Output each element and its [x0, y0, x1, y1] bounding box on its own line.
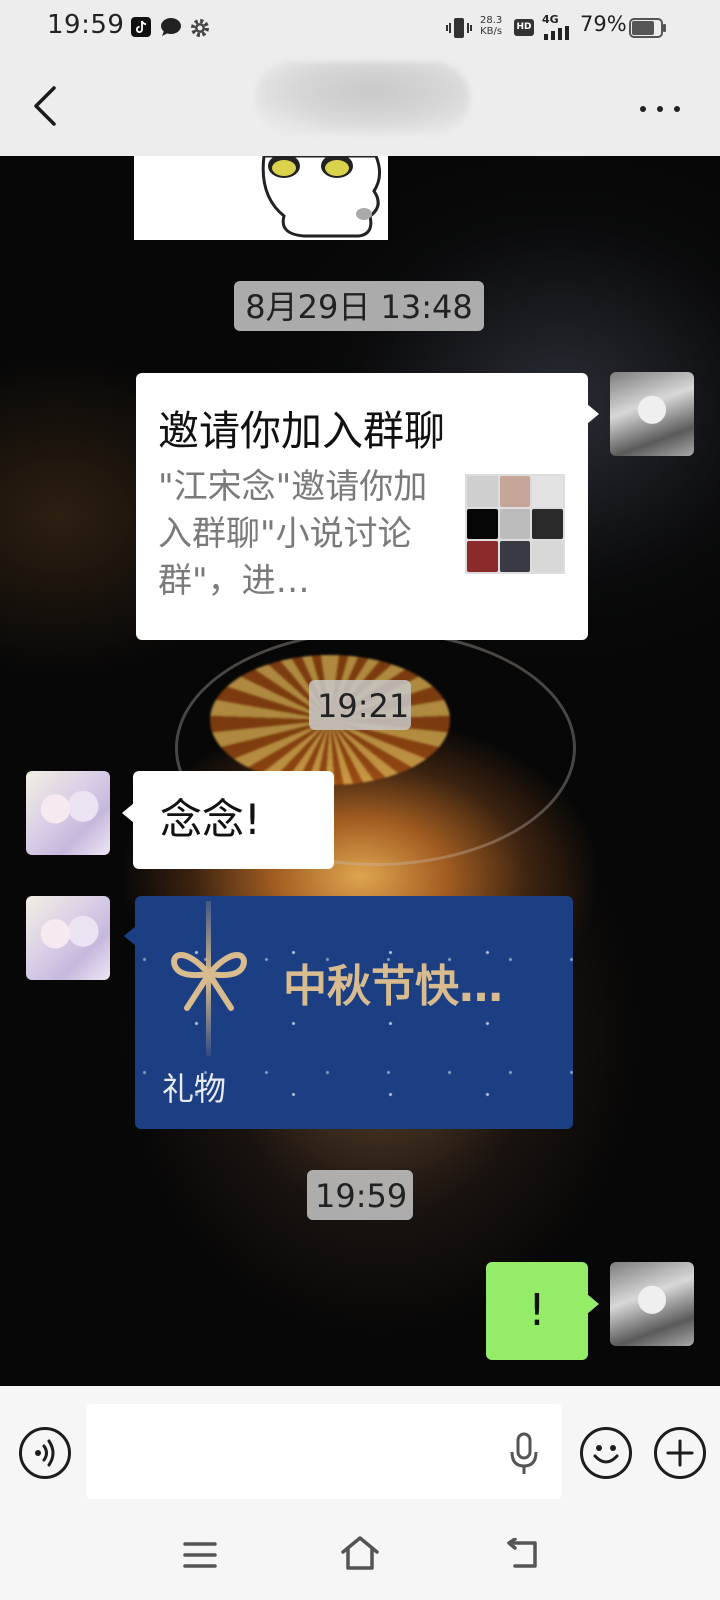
member-thumb: [532, 541, 563, 572]
timestamp: 8月29日 13:48: [234, 281, 484, 331]
friend-avatar[interactable]: [26, 896, 110, 980]
status-bar: 19:59 28.3 KB/s HD 4G 79%: [0, 0, 720, 56]
member-thumb: [467, 476, 498, 507]
gift-title: 中秋节快…: [283, 961, 503, 1012]
vibrate-icon: [446, 18, 472, 38]
chevron-left-icon: [34, 86, 56, 126]
chat-title: [255, 62, 470, 134]
status-time: 19:59: [47, 10, 125, 40]
emoji-button[interactable]: [580, 1427, 632, 1479]
smiley-icon: [593, 1445, 619, 1464]
back-nav-icon[interactable]: [503, 1538, 539, 1570]
group-avatar-grid: [465, 474, 565, 574]
message-icon: [161, 18, 181, 36]
back-button[interactable]: [30, 84, 60, 128]
member-thumb: [499, 541, 531, 572]
more-horizontal-icon: [640, 106, 646, 112]
bubble-tail: [587, 404, 599, 424]
invite-title: 邀请你加入群聊: [158, 407, 445, 455]
my-message-bubble[interactable]: !: [486, 1262, 588, 1360]
my-avatar[interactable]: [610, 372, 694, 456]
battery-icon: [629, 18, 666, 38]
member-thumb: [467, 541, 498, 572]
bubble-tail: [587, 1294, 599, 1314]
network-speed: 28.3 KB/s: [480, 15, 502, 37]
member-thumb: [499, 476, 531, 507]
gift-bow-icon: [171, 901, 247, 1056]
gift-card[interactable]: 中秋节快… 礼物: [135, 896, 573, 1129]
timestamp: 19:21: [309, 680, 411, 730]
gift-label: 礼物: [162, 1070, 227, 1108]
plus-icon: [666, 1439, 694, 1467]
message-input[interactable]: [86, 1404, 562, 1499]
voice-wave-icon: [35, 1439, 55, 1467]
network-type: 4G: [542, 13, 559, 26]
signal-icon: [544, 26, 569, 40]
menu-icon[interactable]: [183, 1541, 217, 1569]
home-icon[interactable]: [340, 1535, 380, 1571]
more-dot: [674, 106, 680, 112]
member-thumb: [532, 476, 563, 507]
microphone-icon[interactable]: [509, 1432, 539, 1476]
member-thumb: [499, 508, 531, 540]
network-speed-value: 28.3: [480, 15, 503, 26]
timestamp: 19:59: [307, 1170, 413, 1220]
more-functions-button[interactable]: [654, 1427, 706, 1479]
my-avatar[interactable]: [610, 1262, 694, 1346]
voice-toggle-button[interactable]: [19, 1427, 71, 1479]
member-thumb: [467, 508, 498, 540]
battery-percent: 79%: [580, 12, 627, 36]
more-dot: [657, 106, 663, 112]
cat-sticker-icon: [261, 156, 381, 238]
network-speed-unit: KB/s: [480, 26, 503, 37]
friend-avatar[interactable]: [26, 771, 110, 855]
friend-message-bubble[interactable]: 念念!: [133, 771, 334, 869]
sticker-message[interactable]: [134, 156, 388, 240]
invite-description: "江宋念"邀请你加入群聊"小说讨论群"，进…: [158, 467, 428, 601]
hd-badge: HD: [514, 19, 534, 36]
more-button[interactable]: [636, 92, 686, 122]
gear-icon: [191, 19, 209, 37]
tiktok-icon: [131, 17, 151, 37]
member-thumb: [532, 508, 563, 540]
